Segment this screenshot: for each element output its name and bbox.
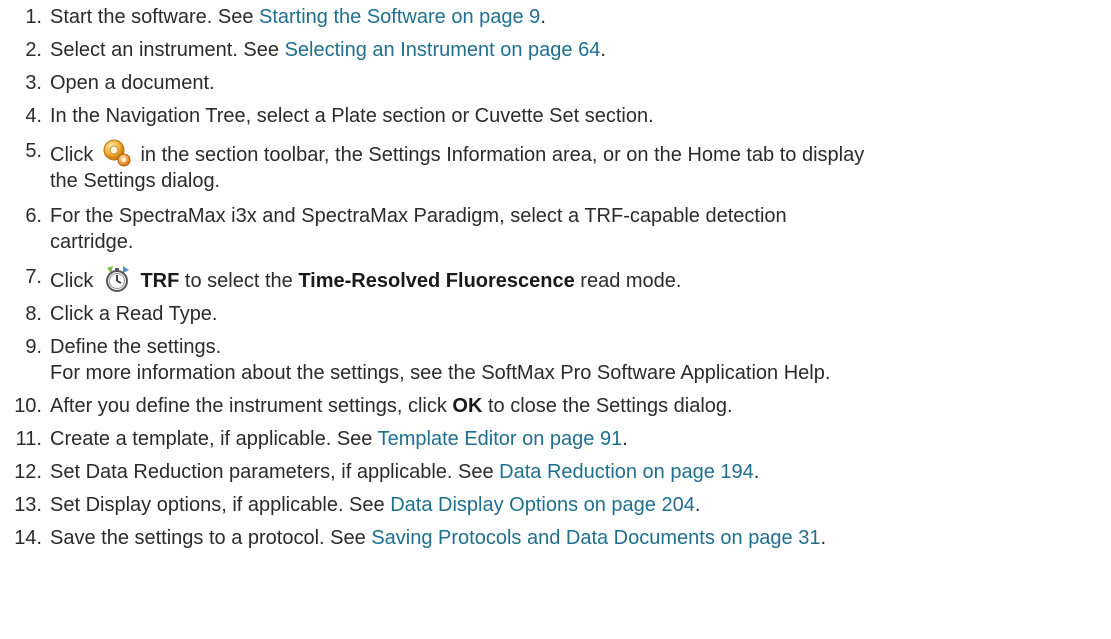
link-starting-software[interactable]: Starting the Software on page 9 (259, 6, 540, 28)
step-3: 3. Open a document. (0, 70, 1111, 96)
step-number: 14. (14, 527, 42, 549)
step-text-line2: For more information about the settings,… (50, 362, 831, 384)
step-8: 8. Click a Read Type. (0, 301, 1111, 327)
step-number: 12. (14, 461, 42, 483)
step-text-cont: in the section toolbar, the Settings Inf… (134, 144, 865, 166)
step-text-end: read mode. (574, 270, 682, 292)
step-7: 7. Click TRF to select the Time-Resolved… (0, 264, 1111, 294)
step-text: Click (50, 270, 94, 292)
step-1: 1. Start the software. See Starting the … (0, 4, 1111, 30)
step-text-end: to close the Settings dialog. (482, 395, 733, 417)
trf-stopwatch-icon (101, 264, 133, 294)
read-mode-label: Time-Resolved Fluorescence (298, 270, 575, 292)
step-10: 10. After you define the instrument sett… (0, 393, 1111, 419)
step-number: 2. (25, 39, 42, 61)
step-text: Click (50, 144, 94, 166)
link-selecting-instrument[interactable]: Selecting an Instrument on page 64 (285, 39, 601, 61)
step-text: After you define the instrument settings… (50, 395, 453, 417)
link-data-reduction[interactable]: Data Reduction on page 194 (499, 461, 754, 483)
step-text: Set Data Reduction parameters, if applic… (50, 461, 500, 483)
step-text: In the Navigation Tree, select a Plate s… (50, 105, 654, 127)
step-text-end: . (600, 39, 606, 61)
step-9: 9. Define the settings. For more informa… (0, 334, 1111, 386)
step-number: 5. (25, 140, 42, 162)
step-number: 7. (25, 266, 42, 288)
step-text-mid: to select the (179, 270, 299, 292)
step-2: 2. Select an instrument. See Selecting a… (0, 37, 1111, 63)
step-text-line2: the Settings dialog. (50, 170, 221, 192)
step-text-end: . (622, 428, 628, 450)
step-text-end: . (753, 461, 760, 483)
step-text: Define the settings. (50, 336, 222, 358)
step-text: Create a template, if applicable. See (50, 428, 378, 450)
step-11: 11. Create a template, if applicable. Se… (0, 426, 1111, 452)
step-text-line2: cartridge. (50, 231, 134, 253)
trf-label: TRF (140, 270, 180, 292)
step-number: 3. (25, 72, 42, 94)
step-text: For the SpectraMax i3x and SpectraMax Pa… (50, 205, 787, 227)
step-5: 5. Click in the section toolbar, the Set… (0, 138, 1111, 194)
step-number: 10. (14, 395, 42, 417)
step-text: Save the settings to a protocol. See (50, 527, 372, 549)
step-number: 6. (25, 205, 42, 227)
step-text: Start the software. See (50, 6, 259, 28)
step-number: 4. (25, 105, 42, 127)
step-4: 4. In the Navigation Tree, select a Plat… (0, 103, 1111, 129)
link-saving-protocols[interactable]: Saving Protocols and Data Documents on p… (371, 527, 820, 549)
step-number: 11. (15, 428, 42, 450)
step-text: Select an instrument. See (50, 39, 285, 61)
link-template-editor[interactable]: Template Editor on page 91 (378, 428, 623, 450)
settings-gear-icon (101, 138, 133, 168)
ok-label: OK (452, 395, 483, 417)
step-text: Open a document. (50, 72, 215, 94)
step-text-end: . (540, 6, 546, 28)
link-data-display-options[interactable]: Data Display Options on page 204 (390, 494, 695, 516)
step-text-end: . (820, 527, 827, 549)
step-number: 9. (25, 336, 42, 358)
step-number: 8. (25, 303, 42, 325)
step-text: Click a Read Type. (50, 303, 218, 325)
step-text-end: . (694, 494, 701, 516)
step-14: 14. Save the settings to a protocol. See… (0, 525, 1111, 551)
step-number: 13. (14, 494, 42, 516)
step-6: 6. For the SpectraMax i3x and SpectraMax… (0, 203, 1111, 255)
step-number: 1. (25, 6, 42, 28)
step-13: 13. Set Display options, if applicable. … (0, 492, 1111, 518)
step-12: 12. Set Data Reduction parameters, if ap… (0, 459, 1111, 485)
step-text: Set Display options, if applicable. See (50, 494, 391, 516)
procedure-steps: 1. Start the software. See Starting the … (0, 0, 1111, 639)
